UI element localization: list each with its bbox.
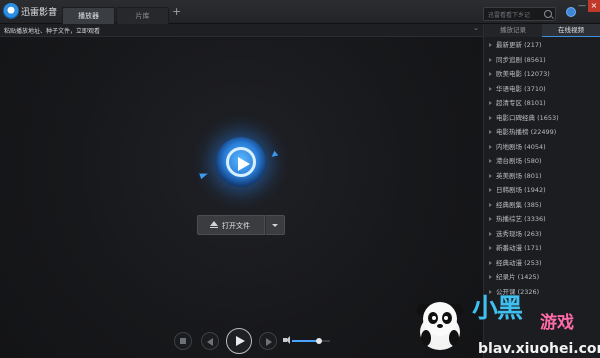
app-logo-icon	[3, 3, 19, 19]
search-placeholder: 迅雷看看下乡记	[488, 12, 531, 19]
list-item-label: 经典剧集 (385)	[496, 200, 542, 209]
open-file-label: 打开文件	[222, 222, 250, 230]
open-file-dropdown[interactable]	[265, 215, 285, 235]
chevron-right-icon	[489, 231, 492, 236]
minimize-button[interactable]: —	[577, 1, 587, 10]
chevron-right-icon	[489, 173, 492, 178]
list-item-label: 内地剧场 (4054)	[496, 142, 546, 151]
list-item-label: 纪录片 (1425)	[496, 273, 540, 281]
list-item[interactable]: 电影热播榜 (22499)	[484, 125, 600, 140]
add-tab-button[interactable]: +	[172, 5, 181, 18]
logo-ring	[226, 147, 256, 177]
chevron-right-icon	[489, 260, 492, 265]
list-item[interactable]: 热播综艺 (3336)	[484, 212, 600, 227]
player-window: 迅雷影音 ▼ 播放器 片库 + 迅雷看看下乡记 — × 粘贴播放地址、种子文件，…	[0, 0, 600, 358]
list-item[interactable]: 华语电影 (3710)	[484, 82, 600, 97]
list-item-label: 欧美电影 (12073)	[496, 70, 550, 78]
panda-mascot-icon	[417, 302, 463, 350]
list-item-label: 经典动漫 (253)	[496, 258, 542, 267]
address-input[interactable]: 粘贴播放地址、种子文件，立即观看	[4, 26, 100, 35]
chevron-down-icon	[272, 224, 278, 227]
tab-play-history[interactable]: 播放记录	[484, 24, 542, 37]
list-item[interactable]: 纪录片 (1425)	[484, 270, 600, 285]
list-item-label: 新番动漫 (171)	[496, 244, 542, 252]
play-button[interactable]	[226, 328, 252, 354]
chevron-right-icon	[489, 246, 492, 250]
list-item[interactable]: 英美剧场 (801)	[484, 169, 600, 184]
tab-player[interactable]: 播放器	[62, 7, 115, 24]
list-item-label: 英美剧场 (801)	[496, 171, 542, 180]
watermark-url: blav.xiuohei.com	[478, 341, 600, 357]
play-icon	[236, 336, 245, 346]
stop-icon	[180, 338, 186, 344]
list-item-label: 最新更新 (217)	[496, 41, 542, 49]
watermark-title: 小黑	[472, 294, 523, 324]
chevron-right-icon	[489, 144, 492, 149]
list-item[interactable]: 日韩剧场 (1942)	[484, 183, 600, 198]
list-item[interactable]: 超清专区 (8101)	[484, 96, 600, 111]
watermark: 小黑 游戏 blav.xiuohei.com	[410, 286, 600, 358]
chevron-right-icon	[489, 43, 492, 47]
list-item-label: 电影口碑经典 (1653)	[496, 113, 559, 122]
list-item-label: 超清专区 (8101)	[496, 99, 546, 107]
volume-icon[interactable]	[283, 336, 290, 344]
chevron-down-icon[interactable]: ▼	[52, 7, 57, 14]
chevron-right-icon	[489, 101, 492, 105]
chevron-right-icon	[489, 159, 492, 163]
chevron-right-icon	[489, 115, 492, 120]
search-icon[interactable]	[544, 10, 552, 18]
list-item-label: 日韩剧场 (1942)	[496, 186, 546, 194]
eject-icon	[210, 221, 218, 228]
chevron-down-icon[interactable]: ⌄	[473, 24, 479, 32]
list-item[interactable]: 电影口碑经典 (1653)	[484, 111, 600, 126]
chevron-right-icon	[489, 57, 492, 62]
list-item[interactable]: 选秀现场 (263)	[484, 227, 600, 242]
chevron-right-icon	[489, 275, 492, 279]
chevron-right-icon	[489, 130, 492, 134]
list-item-label: 选秀现场 (263)	[496, 229, 542, 238]
tab-library[interactable]: 片库	[116, 7, 169, 24]
list-item[interactable]: 港台剧场 (580)	[484, 154, 600, 169]
chevron-right-icon	[489, 72, 492, 76]
user-icon[interactable]	[566, 7, 576, 17]
search-input[interactable]: 迅雷看看下乡记	[483, 7, 556, 21]
chevron-right-icon	[489, 86, 492, 91]
list-item[interactable]: 最新更新 (217)	[484, 38, 600, 53]
list-item[interactable]: 经典动漫 (253)	[484, 256, 600, 271]
list-item-label: 同步追剧 (8561)	[496, 55, 546, 64]
tab-online-video[interactable]: 在线视频	[542, 24, 600, 37]
list-item-label: 电影热播榜 (22499)	[496, 128, 557, 136]
close-button[interactable]: ×	[588, 0, 600, 12]
previous-icon	[207, 338, 213, 346]
chevron-right-icon	[489, 217, 492, 221]
panel-tabs: 播放记录 在线视频	[484, 24, 600, 37]
list-item[interactable]: 内地剧场 (4054)	[484, 140, 600, 155]
list-item[interactable]: 新番动漫 (171)	[484, 241, 600, 256]
previous-button[interactable]	[201, 332, 219, 350]
category-list: 最新更新 (217) 同步追剧 (8561) 欧美电影 (12073) 华语电影 (3…	[484, 38, 600, 299]
list-item[interactable]: 同步追剧 (8561)	[484, 53, 600, 68]
play-icon	[238, 157, 250, 171]
chevron-right-icon	[489, 202, 492, 207]
title-bar[interactable]: 迅雷影音 ▼ 播放器 片库 + 迅雷看看下乡记 — ×	[0, 0, 600, 24]
player-logo-icon	[216, 137, 266, 187]
volume-handle[interactable]	[315, 338, 322, 344]
address-bar[interactable]: 粘贴播放地址、种子文件，立即观看 ⌄	[0, 24, 483, 37]
open-file-button[interactable]: 打开文件	[197, 215, 265, 235]
next-icon	[266, 338, 272, 346]
next-button[interactable]	[259, 332, 277, 350]
list-item[interactable]: 欧美电影 (12073)	[484, 67, 600, 82]
volume-fill	[292, 340, 319, 342]
list-item-label: 港台剧场 (580)	[496, 157, 542, 165]
chevron-right-icon	[489, 188, 492, 192]
watermark-subtitle: 游戏	[540, 313, 574, 333]
list-item-label: 华语电影 (3710)	[496, 84, 546, 93]
list-item-label: 热播综艺 (3336)	[496, 215, 546, 223]
volume-slider[interactable]	[292, 338, 330, 344]
list-item[interactable]: 经典剧集 (385)	[484, 198, 600, 213]
stop-button[interactable]	[174, 332, 192, 350]
